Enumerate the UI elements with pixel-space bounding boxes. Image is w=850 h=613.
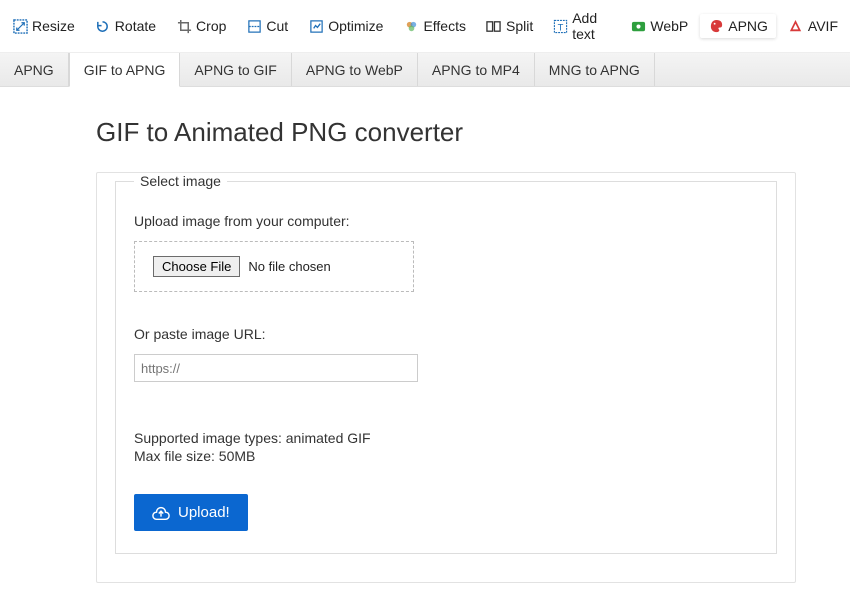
tab-label: APNG to MP4 — [432, 62, 520, 78]
cut-icon — [246, 18, 262, 34]
tool-label: Effects — [423, 18, 466, 34]
avif-icon — [788, 18, 804, 34]
file-status-text: No file chosen — [248, 259, 330, 274]
tool-apng[interactable]: APNG — [700, 14, 776, 38]
choose-file-button[interactable]: Choose File — [153, 256, 240, 277]
tab-label: GIF to APNG — [84, 62, 166, 78]
file-drop-area[interactable]: Choose File No file chosen — [134, 241, 414, 292]
split-icon — [486, 18, 502, 34]
upload-panel: Select image Upload image from your comp… — [96, 172, 796, 583]
rotate-icon — [95, 18, 111, 34]
tool-rotate[interactable]: Rotate — [87, 14, 164, 38]
addtext-icon: T — [553, 18, 568, 34]
effects-icon — [403, 18, 419, 34]
tab-apng[interactable]: APNG — [0, 53, 69, 86]
apng-icon — [708, 18, 724, 34]
tool-label: Cut — [266, 18, 288, 34]
tab-label: APNG to WebP — [306, 62, 403, 78]
max-file-size-text: Max file size: 50MB — [134, 448, 758, 464]
tab-mng-to-apng[interactable]: MNG to APNG — [535, 53, 655, 86]
tab-label: APNG — [14, 62, 54, 78]
tool-label: Add text — [572, 10, 610, 42]
page-title: GIF to Animated PNG converter — [96, 117, 850, 148]
tool-split[interactable]: Split — [478, 14, 541, 38]
tool-label: WebP — [650, 18, 688, 34]
tab-apng-to-gif[interactable]: APNG to GIF — [180, 53, 291, 86]
tool-add-text[interactable]: T Add text — [545, 6, 618, 46]
upload-from-computer-label: Upload image from your computer: — [134, 213, 758, 229]
tool-label: Split — [506, 18, 533, 34]
tool-label: Crop — [196, 18, 226, 34]
tool-label: Optimize — [328, 18, 383, 34]
main-content: GIF to Animated PNG converter Select ima… — [0, 87, 850, 613]
subnav-tabs: APNG GIF to APNG APNG to GIF APNG to Web… — [0, 53, 850, 87]
tab-label: APNG to GIF — [194, 62, 276, 78]
top-toolbar: Resize Rotate Crop Cut Optimize Effects — [0, 0, 850, 53]
tool-webp[interactable]: WebP — [622, 14, 696, 38]
upload-button[interactable]: Upload! — [134, 494, 248, 531]
tool-label: Resize — [32, 18, 75, 34]
tab-apng-to-mp4[interactable]: APNG to MP4 — [418, 53, 535, 86]
tool-optimize[interactable]: Optimize — [300, 14, 391, 38]
tab-gif-to-apng[interactable]: GIF to APNG — [69, 53, 181, 87]
webp-icon — [630, 18, 646, 34]
optimize-icon — [308, 18, 324, 34]
tool-label: APNG — [728, 18, 768, 34]
select-image-fieldset: Select image Upload image from your comp… — [115, 173, 777, 554]
tool-resize[interactable]: Resize — [4, 14, 83, 38]
tool-cut[interactable]: Cut — [238, 14, 296, 38]
svg-text:T: T — [558, 22, 564, 32]
tab-label: MNG to APNG — [549, 62, 640, 78]
tool-avif[interactable]: AVIF — [780, 14, 846, 38]
tool-label: Rotate — [115, 18, 156, 34]
supported-types-text: Supported image types: animated GIF — [134, 430, 758, 446]
tool-label: AVIF — [808, 18, 838, 34]
fieldset-legend: Select image — [134, 173, 227, 189]
crop-icon — [176, 18, 192, 34]
tool-effects[interactable]: Effects — [395, 14, 474, 38]
image-url-input[interactable] — [134, 354, 418, 382]
tool-crop[interactable]: Crop — [168, 14, 234, 38]
resize-icon — [12, 18, 28, 34]
paste-url-label: Or paste image URL: — [134, 326, 758, 342]
tab-apng-to-webp[interactable]: APNG to WebP — [292, 53, 418, 86]
